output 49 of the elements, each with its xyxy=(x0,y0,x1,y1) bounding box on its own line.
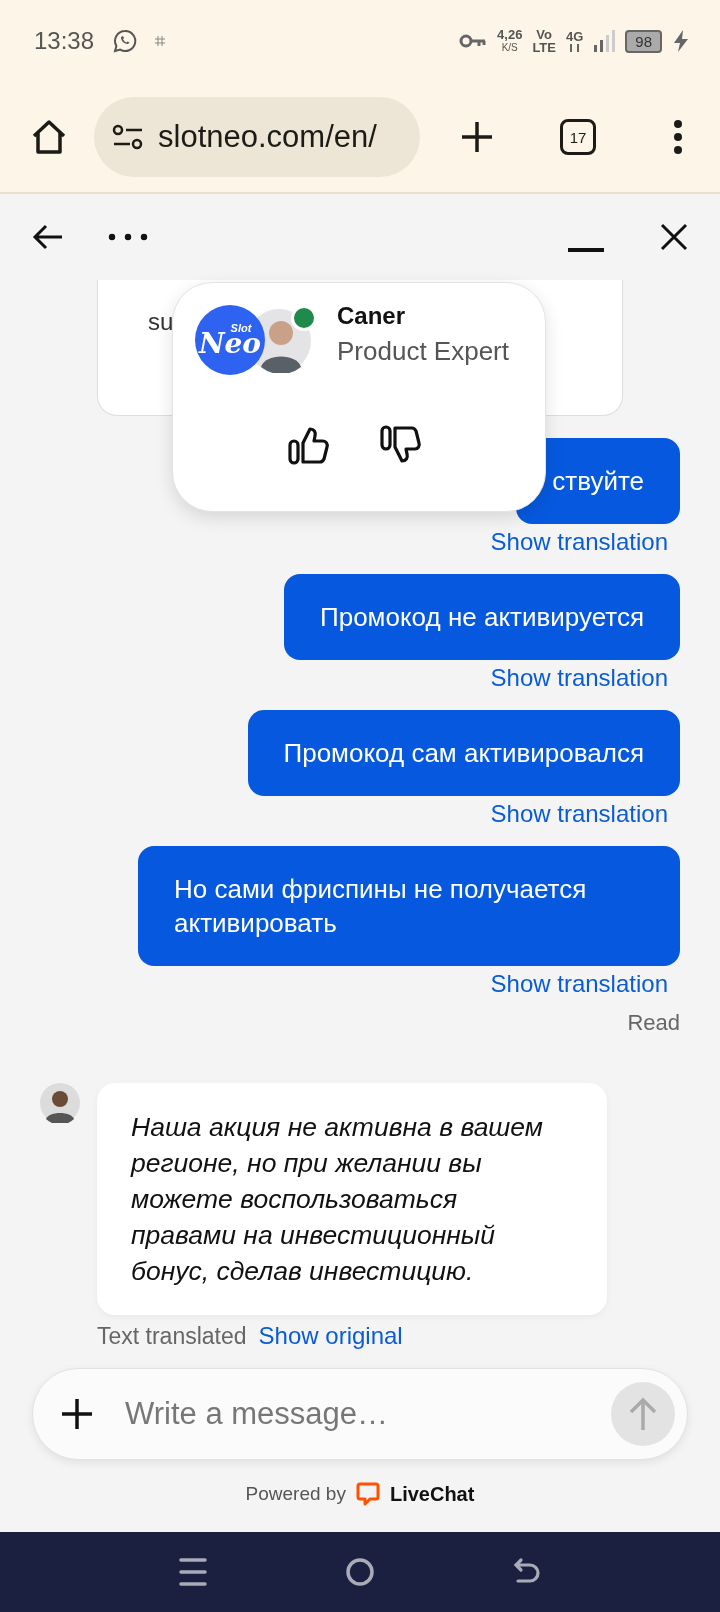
sent-message: Промокод не активируется xyxy=(284,574,680,660)
powered-by-label: Powered by xyxy=(245,1483,346,1505)
show-translation-link[interactable]: Show translation xyxy=(490,969,668,999)
volte-label: Vo xyxy=(536,28,552,41)
card-text: su xyxy=(148,308,174,335)
thumbs-down-icon[interactable] xyxy=(380,425,422,465)
plus-icon[interactable] xyxy=(61,1398,93,1430)
show-translation-link[interactable]: Show translation xyxy=(490,527,668,557)
show-original-link[interactable]: Show original xyxy=(258,1321,403,1351)
url-text: slotneo.com/en/ xyxy=(158,119,377,155)
thumbs-up-icon[interactable] xyxy=(288,425,330,465)
menu-icon[interactable] xyxy=(179,1557,207,1587)
back-arrow-icon[interactable] xyxy=(32,223,64,251)
address-bar[interactable]: slotneo.com/en/ xyxy=(94,97,420,177)
key-icon xyxy=(459,33,488,49)
translation-note: Text translated xyxy=(97,1322,247,1351)
received-message: Наша акция не активна в вашем регионе, но при желании вы можете воспользоваться правами на инвестиционный бонус, сделав инвестицию. xyxy=(97,1083,607,1315)
home-circle-icon[interactable] xyxy=(345,1557,375,1587)
chat-bubble-icon xyxy=(112,28,139,54)
show-translation-link[interactable]: Show translation xyxy=(490,799,668,829)
new-tab-icon[interactable] xyxy=(460,120,494,154)
chat-logo-icon xyxy=(355,1482,380,1506)
charging-icon xyxy=(672,29,690,53)
show-translation-link[interactable]: Show translation xyxy=(490,663,668,693)
read-status: Read xyxy=(627,1009,680,1037)
network-speed: 4,26 xyxy=(497,28,523,41)
site-settings-icon[interactable] xyxy=(112,124,144,150)
network-type: 4G xyxy=(565,29,584,43)
status-time: 13:38 xyxy=(34,27,95,55)
signal-icon xyxy=(593,29,616,53)
home-icon[interactable] xyxy=(30,119,68,155)
battery-indicator: 98 xyxy=(625,29,662,53)
more-options-icon[interactable] xyxy=(108,233,148,241)
brand-name[interactable]: LiveChat xyxy=(389,1482,475,1506)
grid-icon xyxy=(154,35,167,47)
sent-message: Промокод сам активировался xyxy=(247,710,680,796)
data-arrows-icon xyxy=(567,42,582,53)
close-icon[interactable] xyxy=(660,223,688,251)
tab-count-button[interactable]: 17 xyxy=(560,119,596,155)
message-field[interactable]: Write a message… xyxy=(32,1368,688,1460)
arrow-up-icon xyxy=(628,1396,658,1432)
agent-role: Product Expert xyxy=(337,335,509,367)
agent-name: Caner xyxy=(337,301,407,330)
volte-label: LTE xyxy=(532,41,556,54)
avatar xyxy=(40,1083,80,1123)
more-menu-icon[interactable] xyxy=(672,119,684,155)
sent-message: Но сами фриспины не получается активировать xyxy=(138,846,680,966)
speed-unit: K/S xyxy=(501,41,518,54)
message-input[interactable]: Write a message… xyxy=(125,1396,587,1432)
